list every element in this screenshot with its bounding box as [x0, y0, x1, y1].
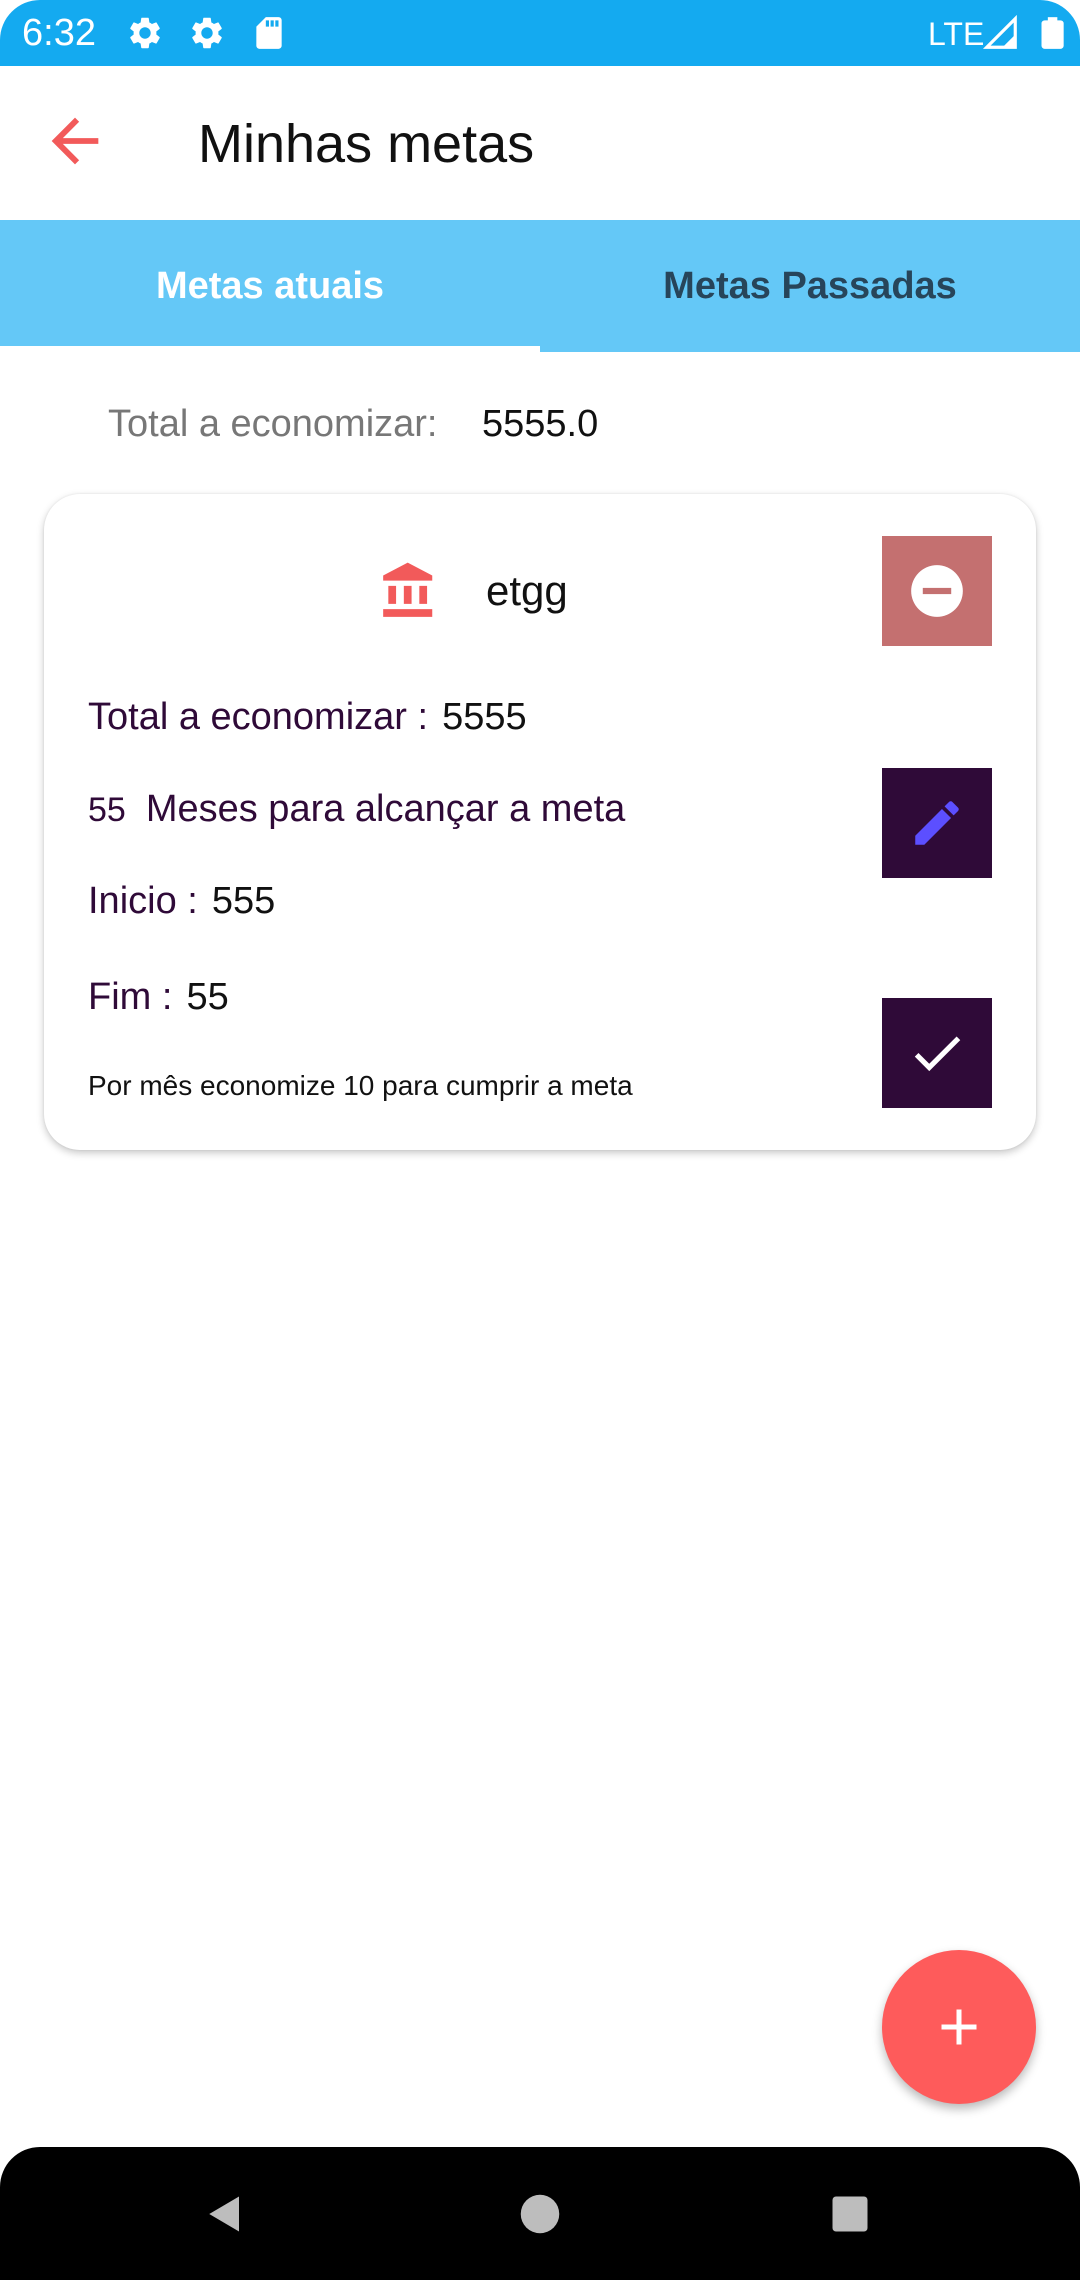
- app-bar: Minhas metas: [0, 66, 1080, 220]
- goal-total-row: Total a economizar : 5555: [88, 694, 527, 740]
- goal-fim-row: Fim : 55: [88, 974, 229, 1020]
- plus-icon: [941, 2009, 977, 2045]
- tab-metas-passadas[interactable]: Metas Passadas: [540, 220, 1080, 352]
- goal-months-value: 55: [88, 791, 126, 829]
- sd-card-icon: [256, 17, 282, 49]
- goal-name: etgg: [486, 567, 568, 614]
- goal-fim-label: Fim :: [88, 976, 173, 1018]
- tab-bar: Metas atuais Metas Passadas: [0, 220, 1080, 352]
- goal-months-label: Meses para alcançar a meta: [145, 788, 626, 830]
- pencil-icon: [915, 801, 959, 845]
- battery-icon: [1041, 17, 1064, 49]
- page-title: Minhas metas: [198, 114, 535, 174]
- arrow-back-icon[interactable]: [40, 106, 110, 176]
- back-triangle-icon[interactable]: [204, 2193, 246, 2235]
- tab-metas-atuais[interactable]: Metas atuais: [0, 220, 540, 352]
- total-summary-value: 5555.0: [482, 403, 599, 445]
- goal-inicio-row: Inicio : 555: [88, 878, 275, 924]
- status-bar: 6:32 LTE: [0, 0, 1080, 66]
- bank-icon: [383, 562, 433, 617]
- settings-icon: [192, 17, 222, 49]
- home-circle-icon[interactable]: [519, 2193, 561, 2235]
- complete-goal-button[interactable]: [882, 998, 992, 1108]
- goal-card: etgg Total a economizar : 5555 55 Meses pa…: [44, 494, 1036, 1150]
- check-icon: [914, 1036, 961, 1072]
- goal-fim-value: 55: [186, 976, 229, 1018]
- goal-total-value: 5555: [442, 696, 527, 738]
- goal-months-row: 55 Meses para alcançar a meta: [88, 786, 625, 833]
- recents-square-icon[interactable]: [829, 2193, 871, 2235]
- delete-goal-button[interactable]: [882, 536, 992, 646]
- goal-total-label: Total a economizar :: [88, 696, 429, 738]
- network-type: LTE: [928, 16, 985, 52]
- goal-monthly-text: Por mês economize 10 para cumprir a meta: [88, 1070, 633, 1101]
- navigation-bar: [0, 2147, 1080, 2280]
- remove-circle-icon: [911, 565, 963, 617]
- screen: 6:32 LTE Minhas metas Metas atuais Metas…: [0, 0, 1080, 2280]
- total-summary-label: Total a economizar:: [108, 403, 438, 445]
- add-goal-button[interactable]: [882, 1950, 1036, 2104]
- status-time: 6:32: [22, 12, 96, 54]
- signal-icon: [982, 14, 1017, 49]
- goal-inicio-value: 555: [211, 880, 276, 922]
- goal-inicio-label: Inicio :: [88, 880, 198, 922]
- edit-goal-button[interactable]: [882, 768, 992, 878]
- tab-indicator: [0, 346, 540, 352]
- settings-icon: [130, 17, 160, 49]
